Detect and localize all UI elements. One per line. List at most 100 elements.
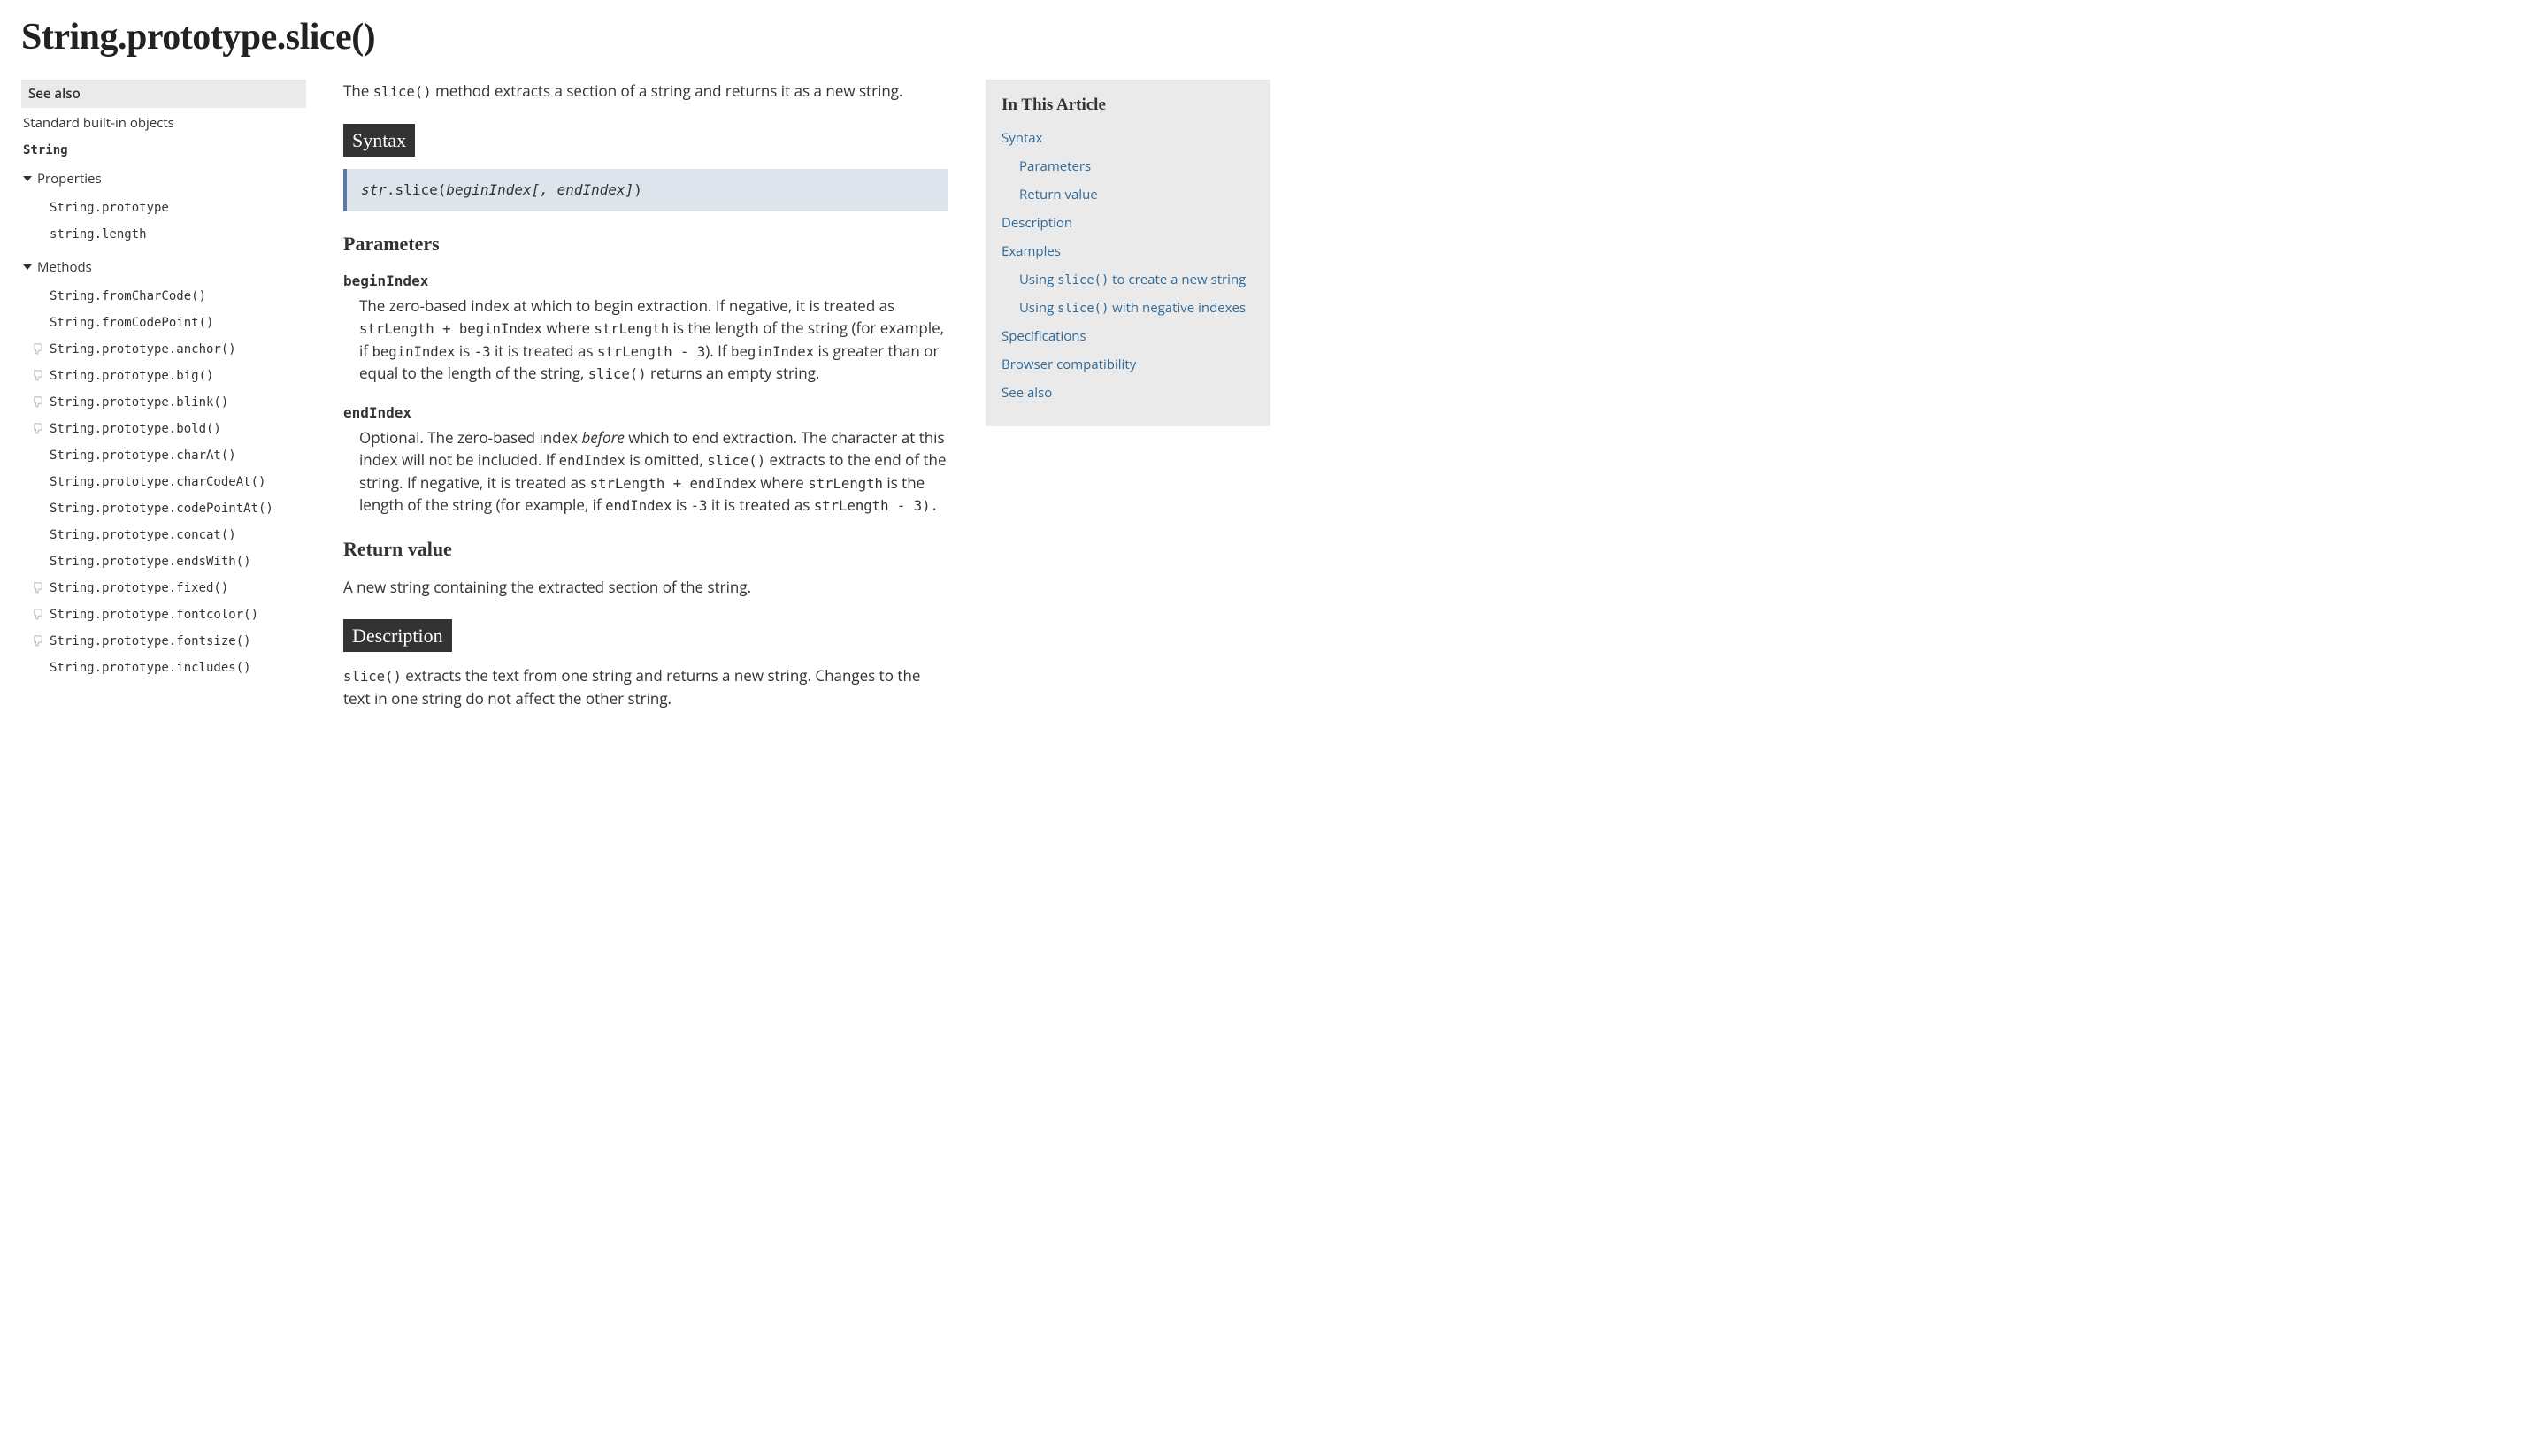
toc-item: Description [1002, 209, 1255, 237]
syntax-box: str.slice(beginIndex[, endIndex]) [343, 169, 948, 211]
list-item: String.prototype.codePointAt() [21, 495, 306, 522]
description-paragraph: slice() extracts the text from one strin… [343, 664, 948, 709]
list-item: String.prototype.big() [21, 363, 306, 389]
toc-item: Specifications [1002, 322, 1255, 350]
param-desc-endIndex: Optional. The zero-based index before wh… [359, 426, 948, 517]
chevron-down-icon [23, 176, 32, 181]
list-item: String.prototype.charAt() [21, 442, 306, 469]
heading-parameters: Parameters [343, 229, 948, 258]
syntax-optional: [, endIndex] [532, 181, 634, 198]
sidebar-method-link[interactable]: String.prototype.includes() [50, 661, 251, 675]
sidebar-method-link[interactable]: String.prototype.fontsize() [50, 634, 251, 648]
main-content: The slice() method extracts a section of… [343, 80, 948, 722]
list-item: String.prototype.endsWith() [21, 548, 306, 575]
heading-syntax: Syntax [343, 124, 415, 157]
intro-paragraph: The slice() method extracts a section of… [343, 80, 948, 103]
sidebar-group-properties[interactable]: Properties [21, 163, 306, 195]
sidebar-see-also-heading: See also [21, 80, 306, 108]
sidebar-method-link[interactable]: String.prototype.anchor() [50, 342, 236, 356]
toc-link[interactable]: Description [1002, 214, 1072, 232]
toc-link[interactable]: Browser compatibility [1002, 356, 1136, 373]
thumbs-down-icon [32, 634, 45, 648]
toc-list: Syntax Parameters Return value Description E… [1002, 124, 1255, 407]
toc-link[interactable]: Specifications [1002, 327, 1086, 345]
list-item: String.prototype.blink() [21, 389, 306, 416]
sidebar-method-link[interactable]: String.prototype.endsWith() [50, 555, 251, 569]
sidebar-group-methods-label: Methods [37, 258, 92, 276]
list-item: String.prototype.fontcolor() [21, 602, 306, 628]
sidebar-method-link[interactable]: String.prototype.charCodeAt() [50, 475, 265, 489]
sidebar-properties-list: String.prototype string.length [21, 195, 306, 251]
list-item: String.prototype.includes() [21, 655, 306, 681]
thumbs-down-icon [32, 581, 45, 594]
toc-link[interactable]: Parameters [1019, 157, 1091, 175]
sidebar-method-link[interactable]: String.prototype.blink() [50, 395, 228, 410]
toc-link[interactable]: Syntax [1002, 129, 1042, 147]
sidebar-method-link[interactable]: String.prototype.concat() [50, 528, 236, 542]
list-item: String.prototype.concat() [21, 522, 306, 548]
return-value-text: A new string containing the extracted se… [343, 576, 948, 599]
thumbs-down-icon [32, 608, 45, 621]
chevron-down-icon [23, 264, 32, 270]
description-code: slice() [343, 668, 402, 685]
sidebar-property-link[interactable]: string.length [50, 227, 147, 241]
sidebar-method-link[interactable]: String.prototype.charAt() [50, 448, 236, 463]
sidebar-current-object[interactable]: String [21, 138, 306, 163]
list-item: String.prototype.fixed() [21, 575, 306, 602]
syntax-method: .slice( [387, 181, 446, 198]
param-name-endIndex: endIndex [343, 402, 948, 424]
sidebar-method-link[interactable]: String.fromCharCode() [50, 289, 206, 303]
thumbs-down-icon [32, 342, 45, 356]
param-desc-beginIndex: The zero-based index at which to begin e… [359, 295, 948, 385]
intro-code-slice: slice() [373, 83, 432, 100]
intro-text: The [343, 80, 373, 101]
sidebar-group-methods[interactable]: Methods [21, 251, 306, 283]
toc-item: Syntax [1002, 124, 1255, 152]
param-name-beginIndex: beginIndex [343, 271, 948, 292]
heading-return-value: Return value [343, 534, 948, 563]
toc-link[interactable]: See also [1002, 384, 1052, 402]
toc-item: Return value [1002, 180, 1255, 209]
toc-item: Using slice() to create a new string [1002, 265, 1255, 294]
heading-description: Description [343, 619, 452, 652]
list-item: String.prototype [21, 195, 306, 221]
syntax-arg1: beginIndex [446, 181, 531, 198]
sidebar-methods-list: String.fromCharCode() String.fromCodePoin… [21, 283, 306, 685]
toc-item: See also [1002, 379, 1255, 407]
sidebar-method-link[interactable]: String.fromCodePoint() [50, 316, 213, 330]
list-item: String.prototype.fontsize() [21, 628, 306, 655]
intro-text-post: method extracts a section of a string an… [432, 80, 903, 101]
sidebar: See also Standard built-in objects Strin… [21, 80, 306, 685]
sidebar-method-link[interactable]: String.prototype.bold() [50, 422, 221, 436]
description-text: extracts the text from one string and re… [343, 665, 920, 709]
page-title: String.prototype.slice() [21, 16, 1270, 58]
toc-link[interactable]: Using slice() with negative indexes [1019, 299, 1246, 317]
sidebar-method-link[interactable]: String.prototype.fixed() [50, 581, 228, 595]
toc-link[interactable]: Using slice() to create a new string [1019, 271, 1246, 288]
toc-heading: In This Article [1002, 96, 1255, 115]
sidebar-group-properties-label: Properties [37, 170, 102, 188]
sidebar-method-link[interactable]: String.prototype.codePointAt() [50, 502, 273, 516]
toc-item: Browser compatibility [1002, 350, 1255, 379]
sidebar-method-link[interactable]: String.prototype.fontcolor() [50, 608, 258, 622]
table-of-contents: In This Article Syntax Parameters Return v… [986, 80, 1270, 426]
toc-item: Parameters [1002, 152, 1255, 180]
sidebar-property-link[interactable]: String.prototype [50, 201, 169, 215]
thumbs-down-icon [32, 422, 45, 435]
thumbs-down-icon [32, 369, 45, 382]
syntax-obj: str [361, 181, 387, 198]
sidebar-link-standard-builtin[interactable]: Standard built-in objects [21, 108, 306, 138]
list-item: String.fromCharCode() [21, 283, 306, 310]
list-item: String.fromCodePoint() [21, 310, 306, 336]
list-item: String.prototype.anchor() [21, 336, 306, 363]
list-item: String.prototype.bold() [21, 416, 306, 442]
thumbs-down-icon [32, 395, 45, 409]
toc-link[interactable]: Examples [1002, 242, 1061, 260]
toc-item: Examples [1002, 237, 1255, 265]
list-item: string.length [21, 221, 306, 248]
sidebar-method-link[interactable]: String.prototype.big() [50, 369, 213, 383]
list-item: String.prototype.charCodeAt() [21, 469, 306, 495]
syntax-close: ) [633, 181, 642, 198]
toc-link[interactable]: Return value [1019, 186, 1098, 203]
toc-item: Using slice() with negative indexes [1002, 294, 1255, 322]
